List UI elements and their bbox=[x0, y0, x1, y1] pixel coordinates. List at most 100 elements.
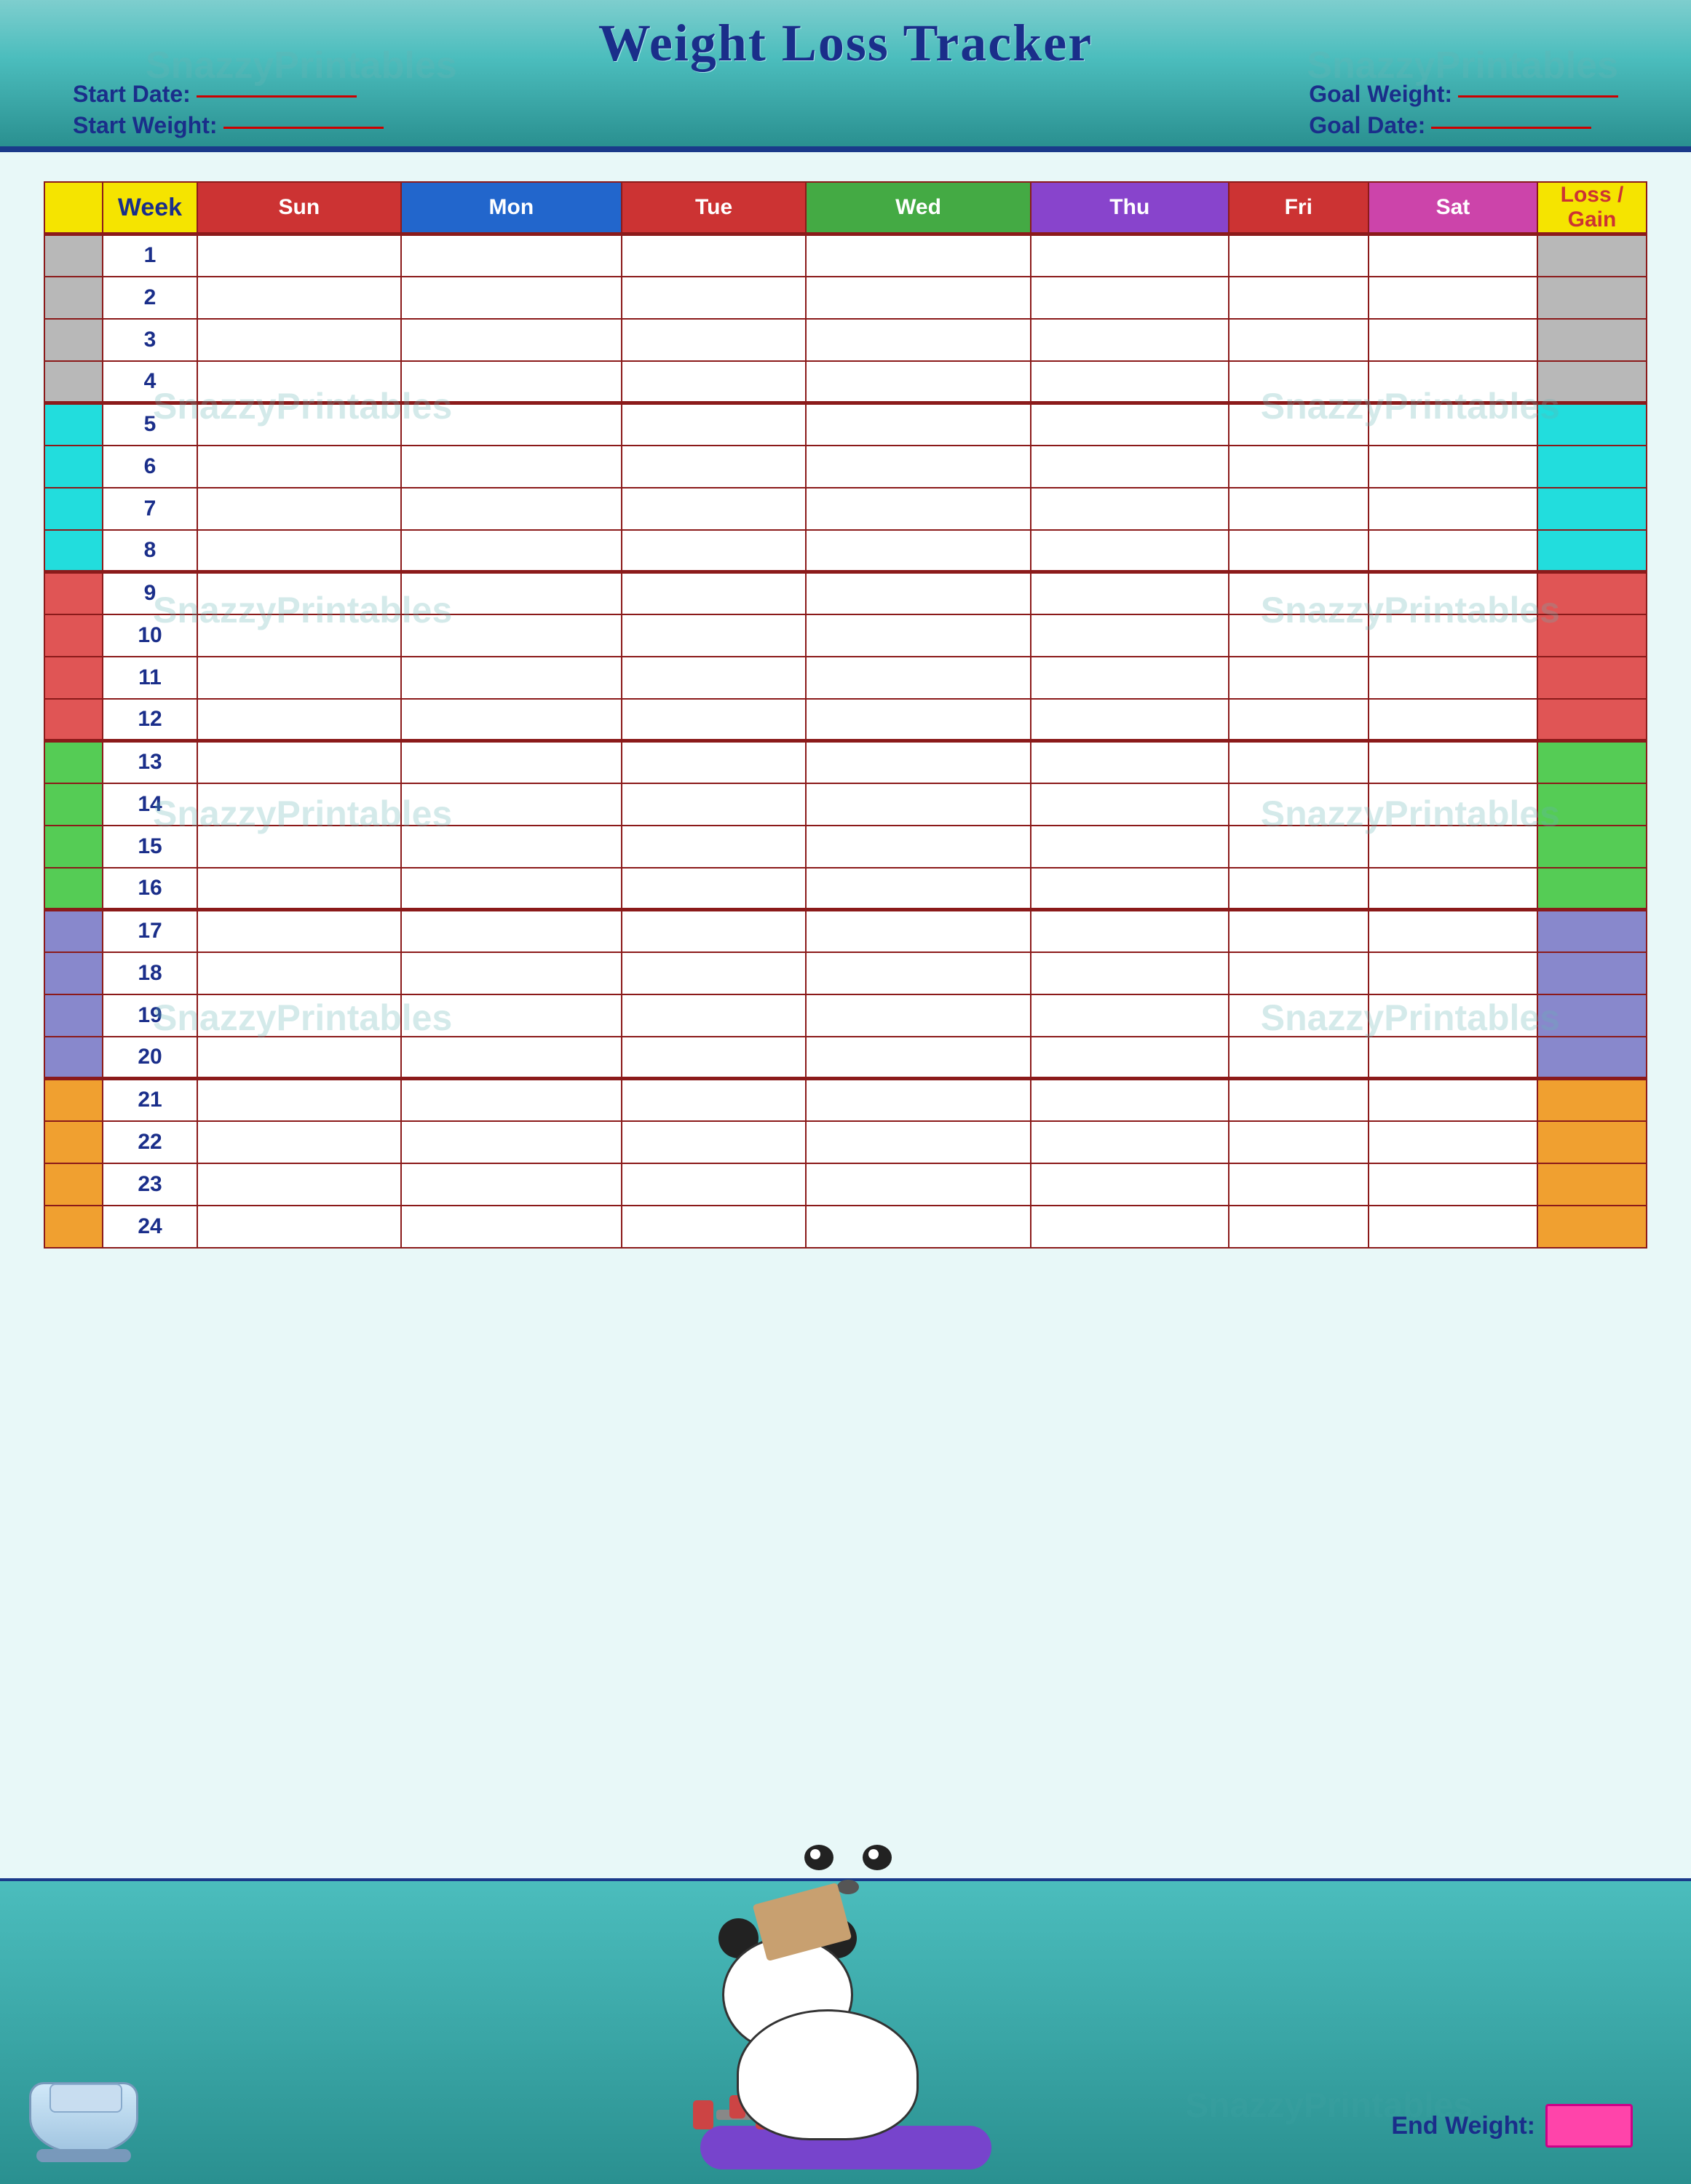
day-cell[interactable] bbox=[401, 614, 622, 657]
day-cell[interactable] bbox=[197, 699, 401, 741]
day-cell[interactable] bbox=[1369, 530, 1537, 572]
day-cell[interactable] bbox=[197, 826, 401, 868]
day-cell[interactable] bbox=[622, 319, 806, 361]
day-cell[interactable] bbox=[1031, 614, 1229, 657]
day-cell[interactable] bbox=[806, 319, 1031, 361]
day-cell[interactable] bbox=[806, 446, 1031, 488]
day-cell[interactable] bbox=[1369, 403, 1537, 446]
day-cell[interactable] bbox=[1229, 572, 1369, 614]
day-cell[interactable] bbox=[197, 1079, 401, 1121]
day-cell[interactable] bbox=[622, 1079, 806, 1121]
day-cell[interactable] bbox=[1031, 446, 1229, 488]
day-cell[interactable] bbox=[401, 403, 622, 446]
day-cell[interactable] bbox=[622, 403, 806, 446]
end-weight-box[interactable] bbox=[1545, 2104, 1633, 2148]
day-cell[interactable] bbox=[197, 868, 401, 910]
day-cell[interactable] bbox=[1369, 614, 1537, 657]
day-cell[interactable] bbox=[806, 1121, 1031, 1163]
day-cell[interactable] bbox=[1229, 1079, 1369, 1121]
day-cell[interactable] bbox=[1031, 319, 1229, 361]
day-cell[interactable] bbox=[622, 234, 806, 277]
loss-gain-cell[interactable] bbox=[1537, 783, 1647, 826]
day-cell[interactable] bbox=[401, 1079, 622, 1121]
loss-gain-cell[interactable] bbox=[1537, 994, 1647, 1037]
day-cell[interactable] bbox=[1369, 488, 1537, 530]
day-cell[interactable] bbox=[1369, 910, 1537, 952]
day-cell[interactable] bbox=[401, 826, 622, 868]
loss-gain-cell[interactable] bbox=[1537, 614, 1647, 657]
day-cell[interactable] bbox=[622, 994, 806, 1037]
day-cell[interactable] bbox=[197, 1121, 401, 1163]
day-cell[interactable] bbox=[806, 910, 1031, 952]
day-cell[interactable] bbox=[1229, 614, 1369, 657]
loss-gain-cell[interactable] bbox=[1537, 657, 1647, 699]
day-cell[interactable] bbox=[1369, 1206, 1537, 1248]
day-cell[interactable] bbox=[1031, 910, 1229, 952]
day-cell[interactable] bbox=[1369, 446, 1537, 488]
day-cell[interactable] bbox=[401, 446, 622, 488]
day-cell[interactable] bbox=[1369, 319, 1537, 361]
day-cell[interactable] bbox=[401, 952, 622, 994]
day-cell[interactable] bbox=[1369, 572, 1537, 614]
day-cell[interactable] bbox=[401, 319, 622, 361]
day-cell[interactable] bbox=[1369, 952, 1537, 994]
day-cell[interactable] bbox=[401, 1121, 622, 1163]
day-cell[interactable] bbox=[806, 1037, 1031, 1079]
day-cell[interactable] bbox=[401, 910, 622, 952]
day-cell[interactable] bbox=[401, 868, 622, 910]
day-cell[interactable] bbox=[1031, 488, 1229, 530]
day-cell[interactable] bbox=[197, 1163, 401, 1206]
day-cell[interactable] bbox=[622, 952, 806, 994]
day-cell[interactable] bbox=[1031, 361, 1229, 403]
day-cell[interactable] bbox=[401, 361, 622, 403]
day-cell[interactable] bbox=[1031, 1206, 1229, 1248]
day-cell[interactable] bbox=[401, 994, 622, 1037]
day-cell[interactable] bbox=[1369, 234, 1537, 277]
day-cell[interactable] bbox=[1031, 1079, 1229, 1121]
day-cell[interactable] bbox=[1031, 530, 1229, 572]
loss-gain-cell[interactable] bbox=[1537, 1206, 1647, 1248]
day-cell[interactable] bbox=[1031, 826, 1229, 868]
day-cell[interactable] bbox=[1229, 699, 1369, 741]
loss-gain-cell[interactable] bbox=[1537, 446, 1647, 488]
day-cell[interactable] bbox=[622, 1206, 806, 1248]
day-cell[interactable] bbox=[197, 783, 401, 826]
day-cell[interactable] bbox=[622, 530, 806, 572]
day-cell[interactable] bbox=[1031, 234, 1229, 277]
day-cell[interactable] bbox=[401, 741, 622, 783]
day-cell[interactable] bbox=[1229, 530, 1369, 572]
day-cell[interactable] bbox=[1369, 1121, 1537, 1163]
day-cell[interactable] bbox=[622, 1037, 806, 1079]
loss-gain-cell[interactable] bbox=[1537, 1121, 1647, 1163]
day-cell[interactable] bbox=[1229, 277, 1369, 319]
day-cell[interactable] bbox=[1229, 657, 1369, 699]
day-cell[interactable] bbox=[1031, 572, 1229, 614]
day-cell[interactable] bbox=[622, 488, 806, 530]
day-cell[interactable] bbox=[806, 488, 1031, 530]
loss-gain-cell[interactable] bbox=[1537, 868, 1647, 910]
day-cell[interactable] bbox=[1229, 1037, 1369, 1079]
day-cell[interactable] bbox=[1369, 741, 1537, 783]
day-cell[interactable] bbox=[1031, 657, 1229, 699]
loss-gain-cell[interactable] bbox=[1537, 699, 1647, 741]
loss-gain-cell[interactable] bbox=[1537, 1037, 1647, 1079]
day-cell[interactable] bbox=[622, 826, 806, 868]
day-cell[interactable] bbox=[622, 277, 806, 319]
day-cell[interactable] bbox=[401, 277, 622, 319]
day-cell[interactable] bbox=[1229, 403, 1369, 446]
day-cell[interactable] bbox=[1031, 952, 1229, 994]
day-cell[interactable] bbox=[1229, 868, 1369, 910]
day-cell[interactable] bbox=[806, 277, 1031, 319]
day-cell[interactable] bbox=[197, 994, 401, 1037]
day-cell[interactable] bbox=[622, 741, 806, 783]
day-cell[interactable] bbox=[1369, 826, 1537, 868]
day-cell[interactable] bbox=[622, 657, 806, 699]
day-cell[interactable] bbox=[1031, 277, 1229, 319]
loss-gain-cell[interactable] bbox=[1537, 826, 1647, 868]
day-cell[interactable] bbox=[622, 868, 806, 910]
day-cell[interactable] bbox=[197, 361, 401, 403]
day-cell[interactable] bbox=[197, 488, 401, 530]
day-cell[interactable] bbox=[806, 572, 1031, 614]
day-cell[interactable] bbox=[1369, 868, 1537, 910]
day-cell[interactable] bbox=[806, 741, 1031, 783]
